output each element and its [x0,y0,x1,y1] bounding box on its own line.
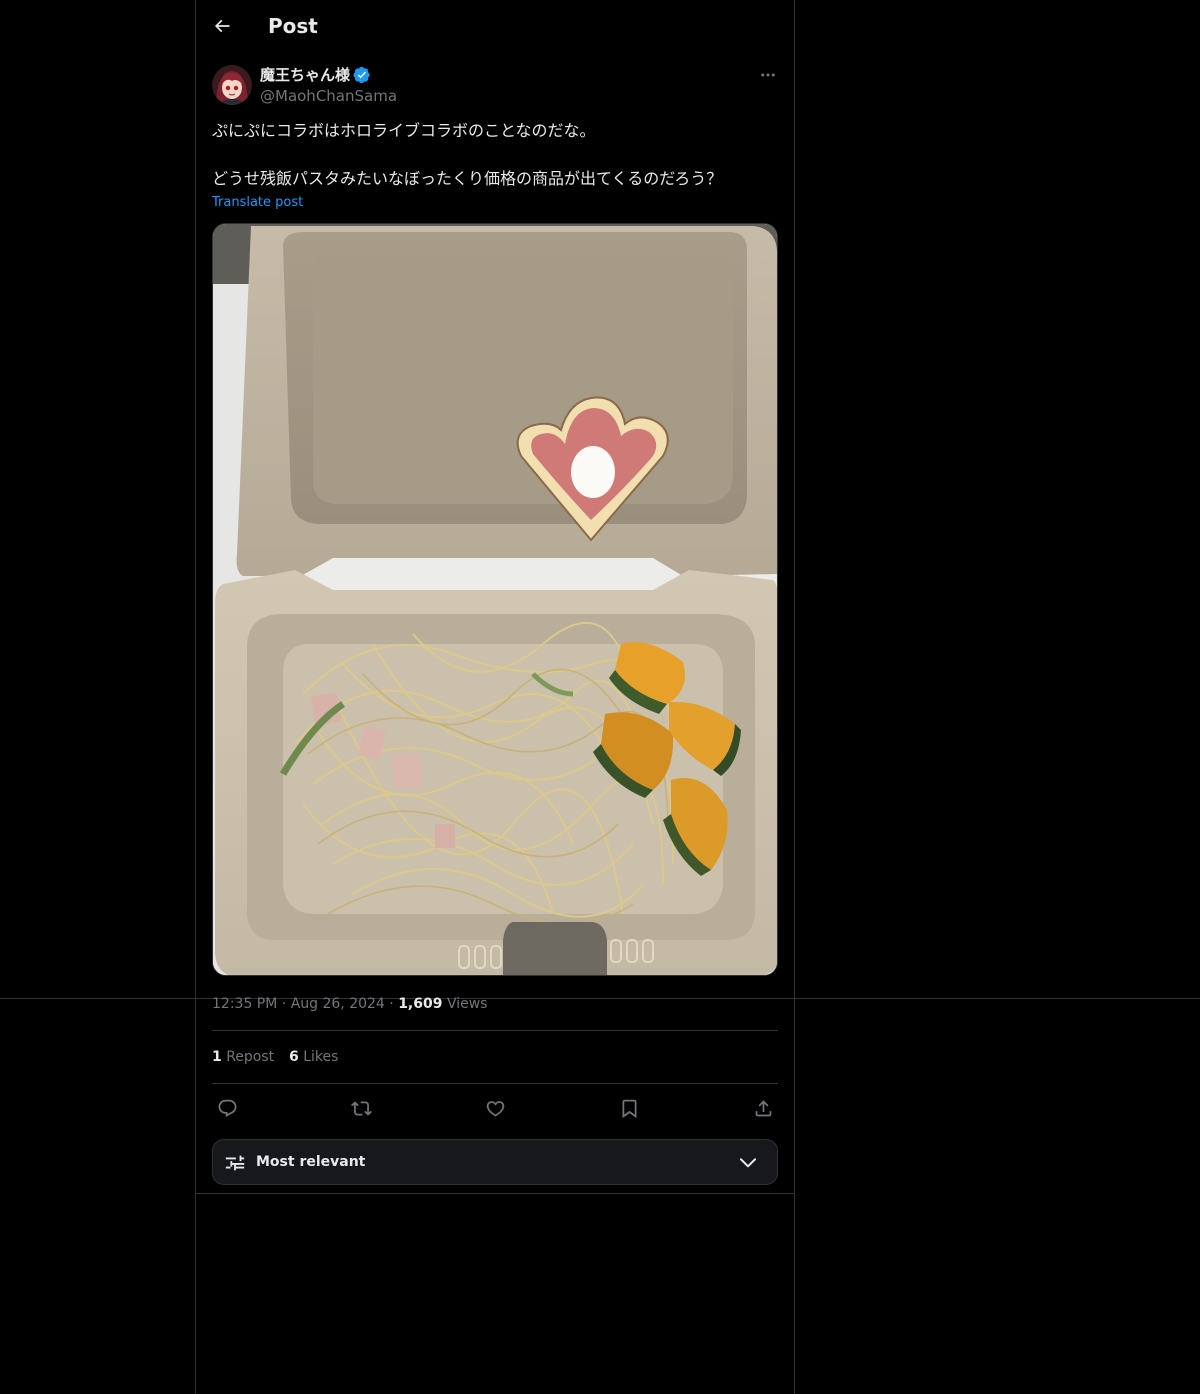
reposts-label: Repost [226,1049,275,1065]
translate-post-link[interactable]: Translate post [212,194,303,212]
reply-sort-dropdown[interactable]: Most relevant [212,1139,778,1185]
thread-divider [195,1193,795,1194]
meta-separator: · [281,996,291,1012]
post-text-line-1: ぷにぷにコラボはホロライブコラボのことなのだな。 [212,121,596,140]
author-handle[interactable]: @MaohChanSama [260,86,397,106]
pasta-container-photo [213,224,777,975]
views-count: 1,609 [398,996,443,1012]
post-meta: 12:35 PM · Aug 26, 2024 · 1,609 Views [212,994,487,1014]
like-button[interactable] [481,1094,509,1122]
reply-icon [218,1099,236,1117]
bookmark-button[interactable] [615,1094,643,1122]
like-icon [486,1100,504,1117]
post-photo[interactable] [212,223,778,976]
arrow-left-icon [214,19,230,33]
repost-icon [350,1100,372,1116]
author-name-link[interactable]: 魔王ちゃん様 [260,65,371,85]
bookmark-icon [622,1099,636,1118]
reposts-stat-link[interactable]: 1 Repost [212,1047,274,1067]
more-options-button[interactable] [754,63,782,87]
avatar[interactable] [212,65,252,105]
likes-label: Likes [303,1049,339,1065]
repost-button[interactable] [347,1094,375,1122]
back-button[interactable] [208,12,236,40]
likes-stat-link[interactable]: 6 Likes [289,1047,338,1067]
author-display-name: 魔王ちゃん様 [260,66,351,84]
more-dots-icon [761,73,775,77]
page-title: Post [268,14,318,38]
share-icon [755,1099,771,1116]
verified-badge-icon [353,66,370,84]
reposts-count: 1 [212,1049,222,1065]
reply-button[interactable] [213,1094,241,1122]
stats-divider-bottom [212,1083,778,1084]
chevron-down-icon [739,1158,757,1168]
meta-separator: · [389,996,399,1012]
sliders-icon [225,1155,245,1171]
likes-count: 6 [289,1049,299,1065]
post-text-line-2: どうせ残飯パスタみたいなぼったくり価格の商品が出てくるのだろう？ [212,169,723,188]
post-date[interactable]: Aug 26, 2024 [291,996,385,1012]
post-time[interactable]: 12:35 PM [212,996,277,1012]
share-button[interactable] [749,1094,777,1122]
sort-label: Most relevant [256,1154,366,1170]
views-label: Views [446,996,488,1012]
viewport-divider [0,998,1200,999]
stats-divider-top [212,1030,778,1031]
